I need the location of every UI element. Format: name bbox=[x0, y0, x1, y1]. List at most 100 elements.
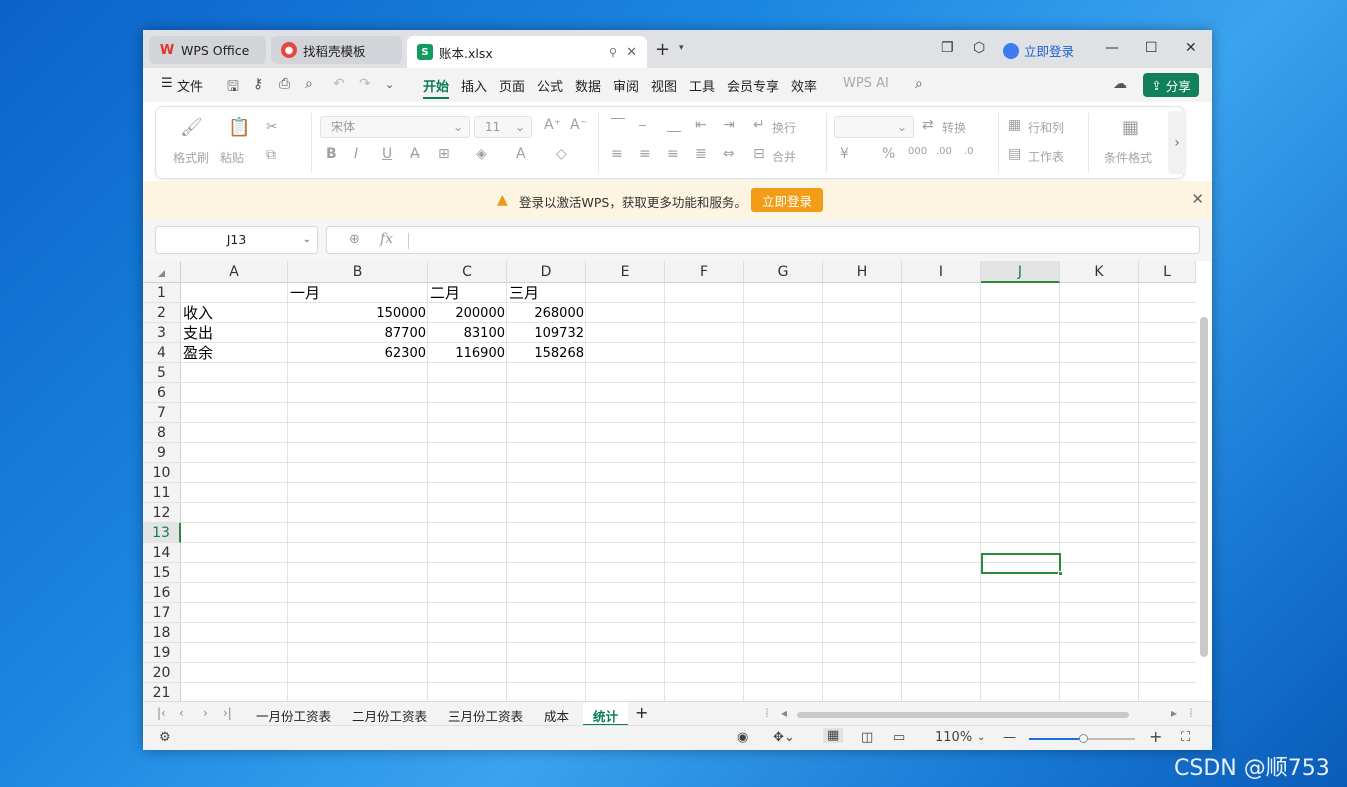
row-header-20[interactable]: 20 bbox=[143, 663, 181, 683]
prev-sheet-icon[interactable]: ‹ bbox=[179, 706, 184, 720]
row-header-2[interactable]: 2 bbox=[143, 303, 181, 323]
align-right-icon[interactable]: ≡ bbox=[667, 146, 679, 162]
spreadsheet-grid[interactable]: A B C D E F G H I J K L 1 2 3 4 5 6 7 8 9 10 11 12 13 14 15 16 17 18 1… bbox=[143, 261, 1212, 701]
row-header-17[interactable]: 17 bbox=[143, 603, 181, 623]
select-all-corner[interactable] bbox=[143, 261, 181, 283]
cell-c3[interactable]: 83100 bbox=[428, 323, 507, 343]
ribbon-more-button[interactable]: › bbox=[1168, 111, 1186, 174]
cell-b4[interactable]: 62300 bbox=[288, 343, 428, 363]
row-header-12[interactable]: 12 bbox=[143, 503, 181, 523]
align-top-icon[interactable]: ⎺ bbox=[611, 117, 625, 133]
merge-label[interactable]: 合并 bbox=[772, 148, 796, 165]
window-layout-icon[interactable]: ❐ bbox=[941, 40, 954, 56]
cond-format-label[interactable]: 条件格式 bbox=[1104, 149, 1152, 166]
selected-cell[interactable] bbox=[981, 553, 1063, 576]
column-header-f[interactable]: F bbox=[665, 261, 744, 283]
row-header-5[interactable]: 5 bbox=[143, 363, 181, 383]
zoom-in-icon[interactable]: + bbox=[1149, 727, 1162, 746]
worksheet-icon[interactable]: ▤ bbox=[1008, 146, 1021, 162]
convert-icon[interactable]: ⇄ bbox=[922, 117, 934, 133]
sheet-tab-active[interactable]: 统计 bbox=[583, 702, 629, 726]
first-sheet-icon[interactable]: |‹ bbox=[157, 706, 166, 720]
menu-home[interactable]: 开始 bbox=[423, 76, 450, 99]
row-header-15[interactable]: 15 bbox=[143, 563, 181, 583]
row-header-13[interactable]: 13 bbox=[143, 523, 181, 543]
cut-icon[interactable]: ✂ bbox=[266, 119, 278, 135]
font-grow-icon[interactable]: A⁺ bbox=[544, 117, 561, 133]
thousands-icon[interactable]: 000 bbox=[908, 146, 927, 157]
zoom-icon[interactable]: ⊕ bbox=[349, 232, 360, 247]
cell-c4[interactable]: 116900 bbox=[428, 343, 507, 363]
align-middle-icon[interactable]: ⎯ bbox=[639, 117, 646, 133]
justify-icon[interactable]: ≣ bbox=[695, 146, 707, 162]
menu-member[interactable]: 会员专享 bbox=[727, 76, 779, 95]
decimal-decrease-icon[interactable]: .0 bbox=[964, 146, 974, 157]
normal-view-icon[interactable]: ▦ bbox=[823, 728, 844, 743]
menu-data[interactable]: 数据 bbox=[575, 76, 601, 95]
italic-icon[interactable]: I bbox=[354, 146, 358, 162]
font-name-select[interactable]: 宋体 ⌄ bbox=[320, 116, 470, 138]
column-header-i[interactable]: I bbox=[902, 261, 981, 283]
rows-cols-icon[interactable]: ▦ bbox=[1008, 117, 1021, 133]
paste-icon[interactable]: 📋 bbox=[228, 117, 250, 138]
maximize-icon[interactable]: ☐ bbox=[1145, 40, 1158, 56]
sheet-tab[interactable]: 三月份工资表 bbox=[448, 706, 523, 725]
menu-page[interactable]: 页面 bbox=[499, 76, 525, 95]
close-window-icon[interactable]: ✕ bbox=[1185, 40, 1197, 56]
wrap-label[interactable]: 换行 bbox=[772, 119, 796, 136]
sheet-tab[interactable]: 二月份工资表 bbox=[352, 706, 427, 725]
tab-template[interactable]: ● 找稻壳模板 bbox=[271, 36, 402, 64]
scroll-right-icon[interactable]: ▸ bbox=[1171, 706, 1177, 720]
row-header-7[interactable]: 7 bbox=[143, 403, 181, 423]
menu-efficiency[interactable]: 效率 bbox=[791, 76, 817, 95]
distribute-icon[interactable]: ⇔ bbox=[723, 146, 735, 162]
column-header-g[interactable]: G bbox=[744, 261, 823, 283]
column-header-c[interactable]: C bbox=[428, 261, 507, 283]
row-header-8[interactable]: 8 bbox=[143, 423, 181, 443]
format-painter-label[interactable]: 格式刷 bbox=[173, 149, 209, 166]
scroll-left-icon[interactable]: ◂ bbox=[781, 706, 787, 720]
row-header-6[interactable]: 6 bbox=[143, 383, 181, 403]
row-header-14[interactable]: 14 bbox=[143, 543, 181, 563]
format-painter-icon[interactable]: 🖌 bbox=[180, 117, 203, 138]
indent-decrease-icon[interactable]: ⇤ bbox=[695, 117, 707, 133]
column-header-k[interactable]: K bbox=[1060, 261, 1139, 283]
column-header-e[interactable]: E bbox=[586, 261, 665, 283]
currency-icon[interactable]: ¥ bbox=[840, 146, 849, 162]
zoom-level[interactable]: 110% bbox=[935, 730, 972, 745]
vertical-scrollbar[interactable] bbox=[1196, 283, 1212, 701]
bold-icon[interactable]: B bbox=[326, 146, 337, 162]
page-layout-icon[interactable]: ◫ bbox=[861, 730, 873, 745]
macro-icon[interactable]: ⚙ bbox=[159, 730, 171, 745]
sheet-tab[interactable]: 成本 bbox=[544, 706, 569, 725]
page-break-icon[interactable]: ▭ bbox=[893, 730, 905, 745]
chevron-down-icon[interactable]: ⌄ bbox=[977, 732, 985, 743]
column-header-d[interactable]: D bbox=[507, 261, 586, 283]
font-shrink-icon[interactable]: A⁻ bbox=[570, 117, 587, 133]
close-notice-icon[interactable]: ✕ bbox=[1191, 190, 1204, 208]
tab-document[interactable]: S 账本.xlsx ⚲ ✕ bbox=[407, 36, 647, 68]
percent-icon[interactable]: % bbox=[882, 146, 895, 162]
undo-icon[interactable]: ↶ bbox=[333, 76, 345, 92]
tab-wps-office[interactable]: W WPS Office bbox=[149, 36, 266, 64]
print-icon[interactable]: ⎙ bbox=[279, 76, 290, 92]
menu-review[interactable]: 审阅 bbox=[613, 76, 639, 95]
number-format-select[interactable]: ⌄ bbox=[834, 116, 914, 138]
cell-d3[interactable]: 109732 bbox=[507, 323, 586, 343]
login-link[interactable]: 立即登录 bbox=[1003, 41, 1074, 60]
row-header-19[interactable]: 19 bbox=[143, 643, 181, 663]
row-header-16[interactable]: 16 bbox=[143, 583, 181, 603]
cloud-icon[interactable]: ☁ bbox=[1113, 76, 1127, 92]
underline-icon[interactable]: U bbox=[382, 146, 392, 162]
formula-input[interactable]: ⊕ fx bbox=[326, 226, 1200, 254]
more-quick-icon[interactable]: ⌄ bbox=[385, 78, 394, 91]
chevron-down-icon[interactable]: ▾ bbox=[679, 43, 684, 53]
font-color-icon[interactable]: A bbox=[516, 146, 526, 162]
column-header-a[interactable]: A bbox=[181, 261, 288, 283]
row-header-11[interactable]: 11 bbox=[143, 483, 181, 503]
pin-icon[interactable]: ⚲ bbox=[609, 46, 617, 59]
next-sheet-icon[interactable]: › bbox=[203, 706, 208, 720]
copy-icon[interactable]: ⧉ bbox=[266, 147, 276, 163]
cell-a3[interactable]: 支出 bbox=[181, 323, 288, 343]
menu-formula[interactable]: 公式 bbox=[537, 76, 563, 95]
